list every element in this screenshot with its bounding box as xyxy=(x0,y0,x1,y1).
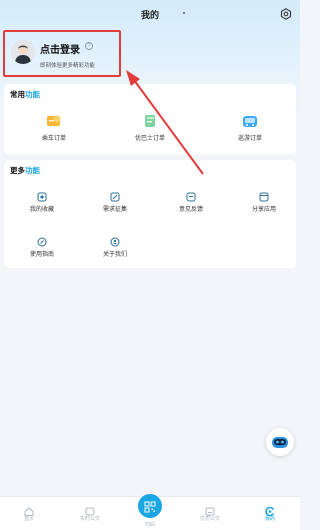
tab-realtime-bus[interactable]: 实时公交 xyxy=(70,503,110,522)
tour-order-label: 巡游订单 xyxy=(237,136,262,142)
guide-icon xyxy=(37,234,47,247)
about-label: 关于我们 xyxy=(102,252,127,258)
feedback-label: 意见反馈 xyxy=(178,207,203,213)
common-functions-card: 常用功能 乘车订单 优巴士订单 巡游订单 xyxy=(4,84,296,154)
share-app-icon xyxy=(259,189,269,202)
bus-order-item[interactable]: 优巴士订单 xyxy=(120,114,180,142)
demand-collection-item[interactable]: 需求征集 xyxy=(85,189,145,213)
ride-order-label: 乘车订单 xyxy=(41,136,66,142)
profile-tab-icon xyxy=(265,503,275,517)
tab-home-label: 首页 xyxy=(23,516,34,522)
tab-realtime-bus-label: 实时公交 xyxy=(79,516,100,522)
tab-home[interactable]: 首页 xyxy=(9,503,49,522)
guide-label: 使用指南 xyxy=(29,252,54,258)
tab-profile-label: 我的 xyxy=(264,516,275,522)
favorites-icon xyxy=(37,189,47,202)
tab-scan-label: 扫码 xyxy=(144,522,155,528)
login-title[interactable]: 点击登录 xyxy=(40,41,80,56)
tab-quality-bus-label: 优质公交 xyxy=(199,516,220,522)
question-icon[interactable]: ? xyxy=(85,42,93,50)
robot-icon xyxy=(270,435,290,449)
favorites-label: 我的收藏 xyxy=(29,207,54,213)
login-profile-box[interactable]: 点击登录 ? 即刻体验更多精彩功能 xyxy=(3,30,121,77)
scan-icon xyxy=(144,500,156,513)
tab-profile[interactable]: 我的 xyxy=(250,503,290,522)
page-title: 我的 xyxy=(140,9,159,20)
page-header: 我的 xyxy=(0,0,300,28)
bus-order-icon xyxy=(142,114,158,128)
feedback-icon xyxy=(186,189,196,202)
scan-button[interactable] xyxy=(138,494,162,518)
assistant-robot-button[interactable] xyxy=(266,428,294,456)
favorites-item[interactable]: 我的收藏 xyxy=(12,189,72,213)
header-dot xyxy=(183,12,185,14)
feedback-item[interactable]: 意见反馈 xyxy=(161,189,221,213)
more-functions-title: 更多功能 xyxy=(10,166,40,175)
avatar[interactable] xyxy=(11,40,35,64)
login-subtitle: 即刻体验更多精彩功能 xyxy=(40,63,96,69)
tour-order-icon xyxy=(242,114,258,128)
realtime-bus-icon xyxy=(85,503,95,516)
about-icon xyxy=(110,234,120,247)
demand-collection-label: 需求征集 xyxy=(102,207,127,213)
common-functions-title: 常用功能 xyxy=(10,90,40,99)
more-functions-card: 更多功能 我的收藏 需求征集 意见反馈 分享应用 使用指南 关于我们 xyxy=(4,160,296,268)
quality-bus-icon xyxy=(205,503,215,516)
share-app-item[interactable]: 分享应用 xyxy=(234,189,294,213)
bus-order-label: 优巴士订单 xyxy=(134,136,165,142)
guide-item[interactable]: 使用指南 xyxy=(12,234,72,258)
share-app-label: 分享应用 xyxy=(251,207,276,213)
home-icon xyxy=(24,503,34,516)
tour-order-item[interactable]: 巡游订单 xyxy=(220,114,280,142)
demand-collection-icon xyxy=(110,189,120,202)
settings-icon[interactable] xyxy=(280,7,292,20)
ticket-icon xyxy=(46,114,62,128)
about-item[interactable]: 关于我们 xyxy=(85,234,145,258)
tab-quality-bus[interactable]: 优质公交 xyxy=(190,503,230,522)
ride-order-item[interactable]: 乘车订单 xyxy=(24,114,84,142)
